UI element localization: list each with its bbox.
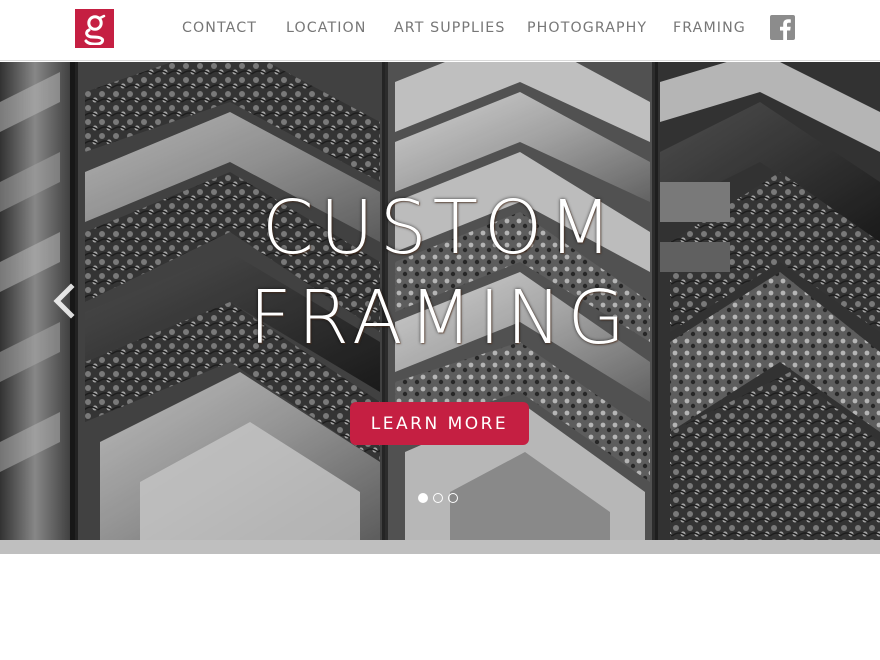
carousel-indicator-2[interactable] bbox=[433, 493, 443, 503]
nav-art-supplies[interactable]: ART SUPPLIES bbox=[394, 18, 505, 38]
nav-contact[interactable]: CONTACT bbox=[182, 18, 257, 38]
nav-framing[interactable]: FRAMING bbox=[673, 18, 746, 38]
carousel-indicators bbox=[418, 493, 464, 505]
site-header: CONTACT LOCATION ART SUPPLIES PHOTOGRAPH… bbox=[0, 0, 880, 61]
hero-bottom-divider bbox=[0, 540, 880, 554]
hero-carousel: CUSTOM FRAMING LEARN MORE bbox=[0, 62, 880, 540]
carousel-indicator-1[interactable] bbox=[418, 493, 428, 503]
main-nav: CONTACT LOCATION ART SUPPLIES PHOTOGRAPH… bbox=[0, 0, 880, 58]
learn-more-button[interactable]: LEARN MORE bbox=[350, 402, 529, 445]
nav-location[interactable]: LOCATION bbox=[286, 18, 367, 38]
carousel-indicator-3[interactable] bbox=[448, 493, 458, 503]
hero-title-line-2: FRAMING bbox=[249, 275, 631, 361]
nav-photography[interactable]: PHOTOGRAPHY bbox=[527, 18, 647, 38]
facebook-icon[interactable] bbox=[770, 15, 795, 40]
hero-title-line-1: CUSTOM bbox=[261, 185, 619, 271]
